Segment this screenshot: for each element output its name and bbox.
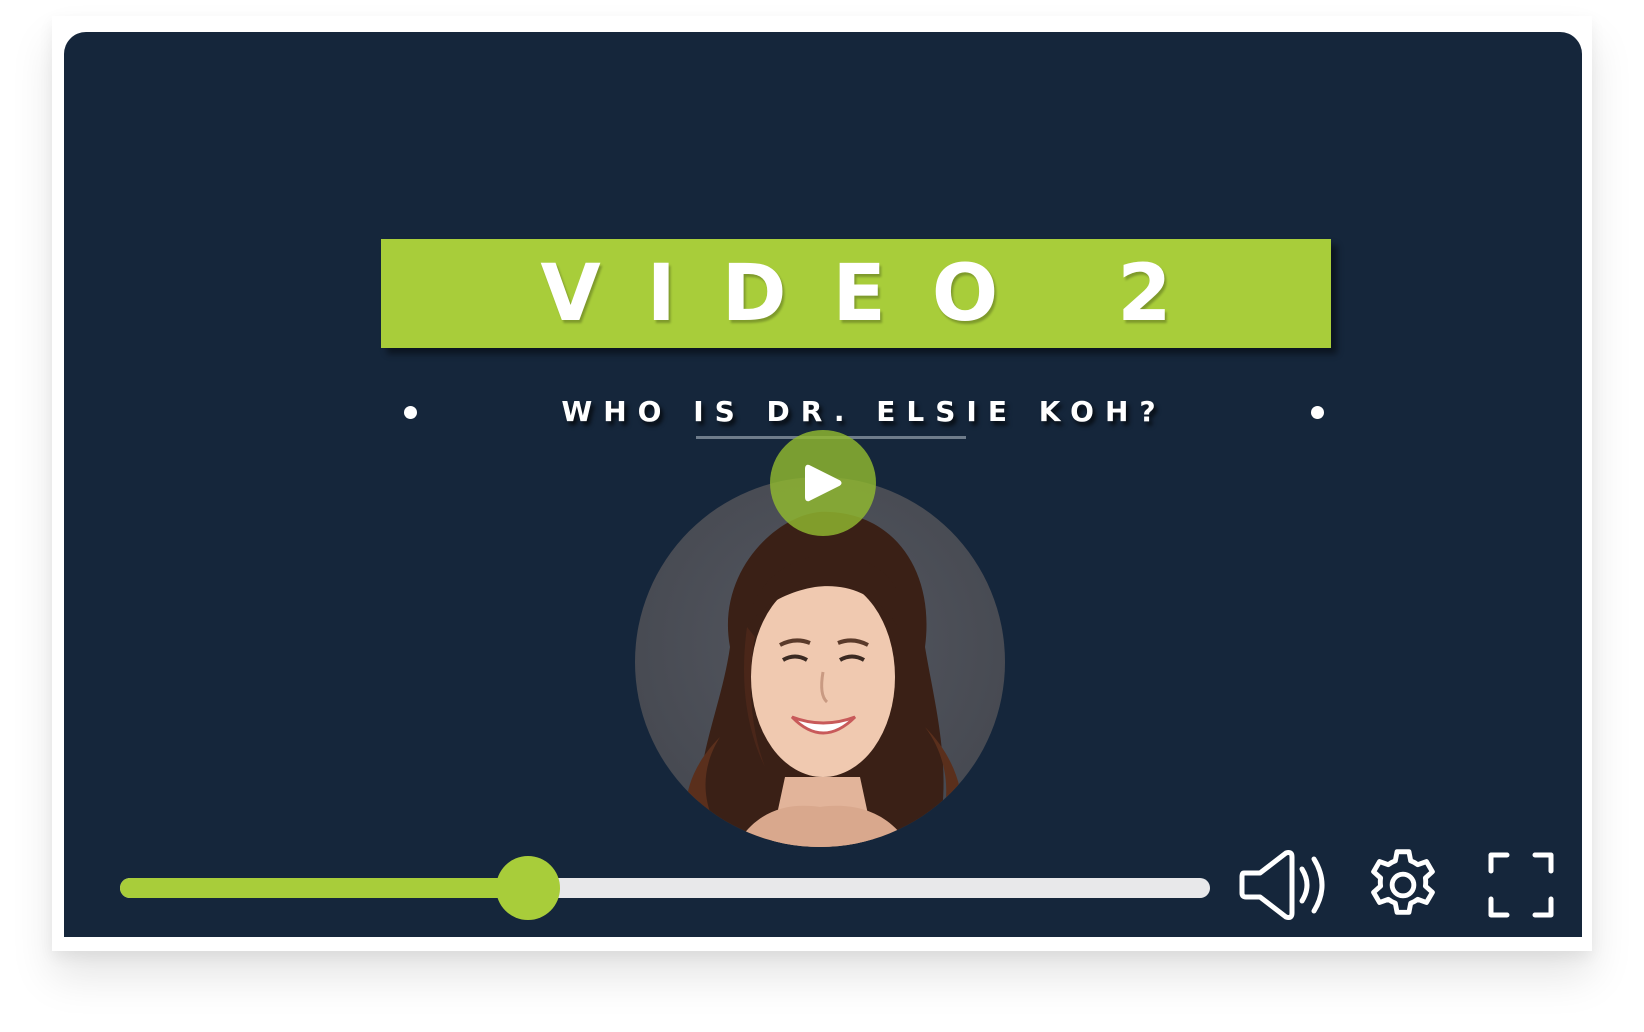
subtitle-row: WHO IS DR. ELSIE KOH?	[404, 392, 1324, 432]
video-player[interactable]: VIDEO 2 WHO IS DR. ELSIE KOH?	[64, 32, 1582, 937]
fullscreen-icon	[1488, 852, 1554, 918]
big-play-button[interactable]	[770, 430, 876, 536]
volume-button[interactable]	[1236, 840, 1331, 930]
right-bullet-dot	[1311, 406, 1324, 419]
video-subtitle: WHO IS DR. ELSIE KOH?	[561, 395, 1167, 428]
progress-track[interactable]	[120, 856, 1210, 920]
progress-thumb[interactable]	[495, 856, 560, 920]
settings-button[interactable]	[1358, 840, 1448, 930]
fullscreen-button[interactable]	[1476, 840, 1566, 930]
play-icon	[805, 464, 842, 502]
volume-icon	[1239, 850, 1324, 920]
progress-fill	[120, 878, 528, 898]
gear-icon	[1371, 849, 1435, 915]
title-banner: VIDEO 2	[381, 239, 1331, 348]
video-title: VIDEO 2	[540, 248, 1218, 339]
